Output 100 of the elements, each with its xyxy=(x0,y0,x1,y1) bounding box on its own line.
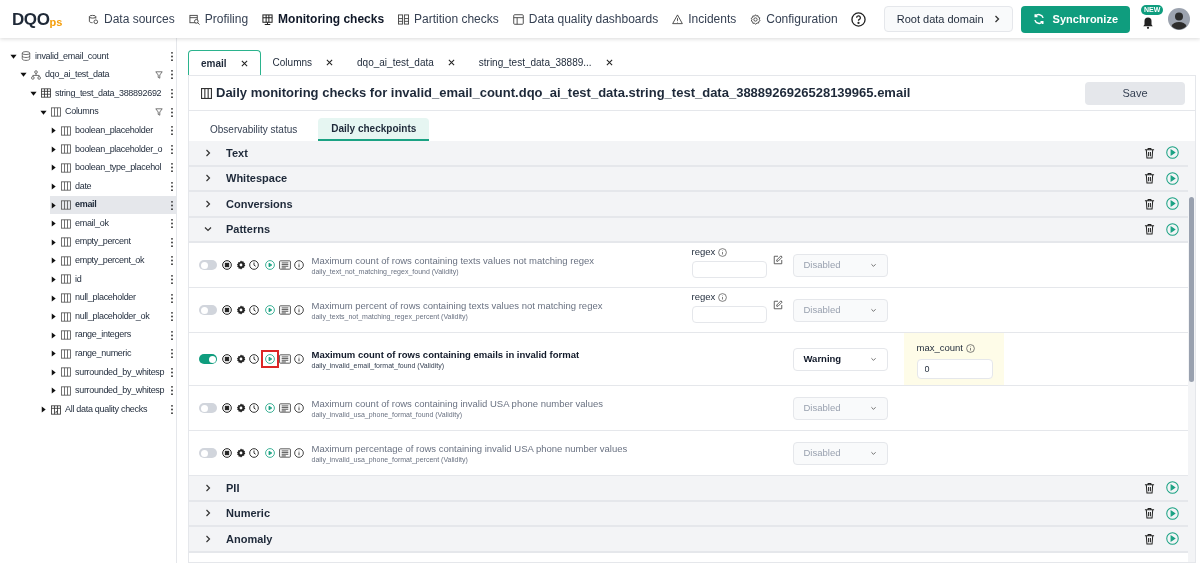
more-icon[interactable] xyxy=(170,218,174,230)
chevron-right-icon[interactable] xyxy=(204,534,212,543)
caret-down-icon[interactable] xyxy=(40,108,47,116)
info-icon[interactable] xyxy=(294,305,304,315)
tree-item[interactable]: null_placeholder xyxy=(50,288,176,308)
tree-item[interactable]: empty_percent_ok xyxy=(50,251,176,271)
category-header[interactable]: Whitespace xyxy=(189,166,1188,192)
more-icon[interactable] xyxy=(170,125,174,137)
more-icon[interactable] xyxy=(170,199,174,211)
tree-item[interactable]: range_integers xyxy=(50,325,176,345)
run-icon[interactable] xyxy=(1166,171,1179,185)
subtab[interactable]: Daily checkpoints xyxy=(318,118,430,141)
close-icon[interactable] xyxy=(326,59,334,66)
list-icon[interactable] xyxy=(278,403,291,413)
edit-icon[interactable] xyxy=(772,300,783,311)
chevron-down-icon[interactable] xyxy=(204,225,212,234)
help-icon[interactable] xyxy=(850,11,866,27)
delete-icon[interactable] xyxy=(1144,532,1155,545)
caret-right-icon[interactable] xyxy=(50,182,57,190)
info-icon[interactable] xyxy=(294,260,304,270)
tree-item[interactable]: dqo_ai_test_data xyxy=(20,65,176,85)
max-count-field[interactable]: 0 xyxy=(916,359,993,380)
caret-right-icon[interactable] xyxy=(50,201,57,209)
caret-right-icon[interactable] xyxy=(50,220,57,228)
clock-icon[interactable] xyxy=(249,354,259,364)
chevron-right-icon[interactable] xyxy=(204,148,212,157)
more-icon[interactable] xyxy=(170,106,174,118)
list-icon[interactable] xyxy=(278,448,291,458)
bell-icon[interactable] xyxy=(1143,17,1153,29)
settings-icon[interactable] xyxy=(235,354,246,364)
caret-right-icon[interactable] xyxy=(50,275,57,283)
severity-select[interactable]: Warning xyxy=(792,347,888,371)
delete-icon[interactable] xyxy=(1144,507,1155,520)
run-icon[interactable] xyxy=(1166,506,1179,520)
list-icon[interactable] xyxy=(278,354,291,364)
settings-icon[interactable] xyxy=(235,305,246,315)
tab[interactable]: dqo_ai_test_data xyxy=(345,50,467,75)
tab[interactable]: Columns xyxy=(260,50,346,75)
domain-button[interactable]: Root data domain xyxy=(883,6,1013,32)
tree-item[interactable]: invalid_email_count xyxy=(10,47,176,66)
tree-item[interactable]: null_placeholder_ok xyxy=(50,307,176,326)
tree-item[interactable]: email xyxy=(50,195,176,215)
caret-right-icon[interactable] xyxy=(50,350,57,358)
category-header[interactable]: Numeric xyxy=(189,501,1188,527)
chevron-right-icon[interactable] xyxy=(204,483,212,492)
delete-icon[interactable] xyxy=(1144,481,1155,494)
logo[interactable]: DQOps xyxy=(12,10,74,28)
stop-icon[interactable] xyxy=(222,354,232,364)
tree-item[interactable]: boolean_placeholder_o xyxy=(50,139,176,159)
scrollbar-thumb[interactable] xyxy=(1189,197,1194,382)
stop-icon[interactable] xyxy=(222,260,232,270)
list-icon[interactable] xyxy=(278,305,291,315)
tree-item[interactable]: id xyxy=(50,270,176,289)
tree-item[interactable]: All data quality checks xyxy=(40,400,176,419)
more-icon[interactable] xyxy=(170,348,174,360)
toggle-switch[interactable] xyxy=(199,354,217,364)
more-icon[interactable] xyxy=(170,236,174,248)
nav-link[interactable]: Partition checks xyxy=(398,10,499,28)
caret-right-icon[interactable] xyxy=(50,257,57,265)
clock-icon[interactable] xyxy=(249,260,259,270)
tree-item[interactable]: surrounded_by_whitesp xyxy=(50,381,176,401)
chevron-right-icon[interactable] xyxy=(204,199,212,208)
more-icon[interactable] xyxy=(170,404,174,416)
run-icon[interactable] xyxy=(1166,146,1179,160)
tree-item[interactable]: boolean_type_placehol xyxy=(50,158,176,178)
avatar-icon[interactable] xyxy=(1168,8,1190,30)
nav-link[interactable]: Configuration xyxy=(750,10,838,28)
nav-link[interactable]: Incidents xyxy=(672,10,737,28)
more-icon[interactable] xyxy=(170,366,174,378)
regex-field[interactable] xyxy=(691,306,767,324)
category-header[interactable]: Patterns xyxy=(189,217,1188,243)
edit-icon[interactable] xyxy=(772,255,783,266)
category-header[interactable]: Text xyxy=(189,141,1188,167)
caret-right-icon[interactable] xyxy=(50,164,57,172)
caret-right-icon[interactable] xyxy=(50,368,57,376)
tree-item[interactable]: range_numeric xyxy=(50,344,176,364)
nav-link[interactable]: Data sources xyxy=(88,10,175,28)
stop-icon[interactable] xyxy=(222,403,232,413)
more-icon[interactable] xyxy=(170,385,174,397)
caret-right-icon[interactable] xyxy=(50,387,57,395)
caret-down-icon[interactable] xyxy=(20,71,27,79)
toggle-switch[interactable] xyxy=(199,305,217,315)
list-icon[interactable] xyxy=(278,260,291,270)
tree-item[interactable]: boolean_placeholder xyxy=(50,121,176,140)
caret-down-icon[interactable] xyxy=(30,90,37,97)
close-icon[interactable] xyxy=(605,59,613,66)
tree-item[interactable]: Columns xyxy=(40,102,176,122)
delete-icon[interactable] xyxy=(1144,146,1155,159)
tree-item[interactable]: string_test_data_388892692 xyxy=(30,84,176,103)
info-icon[interactable] xyxy=(294,354,304,364)
tree-item[interactable]: email_ok xyxy=(50,214,176,233)
nav-link[interactable]: Data quality dashboards xyxy=(512,10,659,28)
more-icon[interactable] xyxy=(170,311,174,323)
caret-right-icon[interactable] xyxy=(50,127,57,135)
settings-icon[interactable] xyxy=(235,403,246,413)
subtab[interactable]: Observability status xyxy=(197,118,311,141)
info-icon[interactable] xyxy=(294,403,304,413)
settings-icon[interactable] xyxy=(235,448,246,458)
toggle-switch[interactable] xyxy=(199,403,217,413)
chevron-right-icon[interactable] xyxy=(204,174,212,183)
